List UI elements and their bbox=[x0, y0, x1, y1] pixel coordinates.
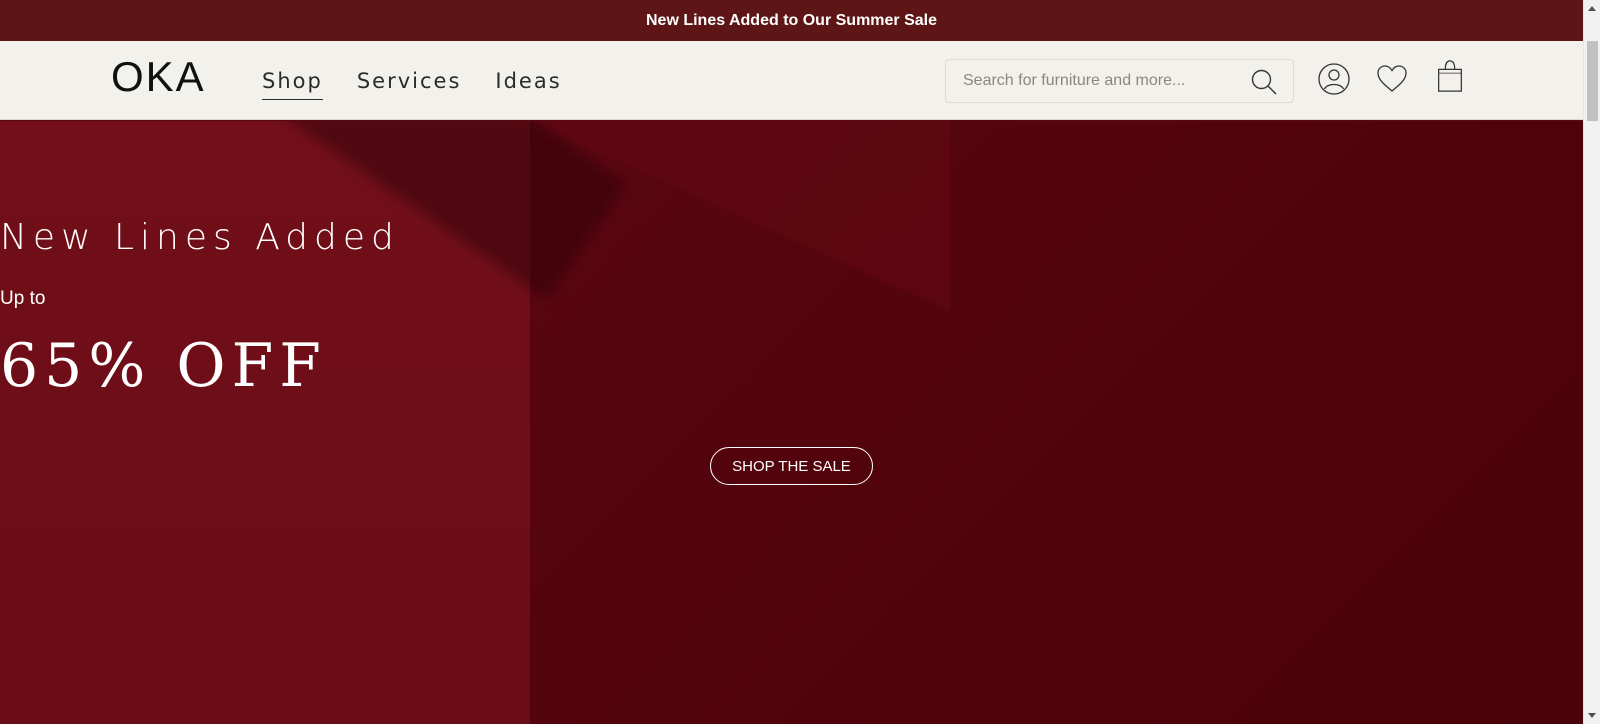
search-icon[interactable] bbox=[1249, 67, 1279, 97]
logo[interactable]: OKA bbox=[111, 53, 206, 101]
scroll-down-arrow-icon[interactable] bbox=[1588, 713, 1596, 718]
nav-item-services[interactable]: Services bbox=[357, 69, 462, 100]
main-nav: Shop Services Ideas bbox=[262, 69, 562, 100]
shop-the-sale-button[interactable]: SHOP THE SALE bbox=[710, 447, 873, 485]
account-icon[interactable] bbox=[1317, 62, 1351, 96]
wishlist-icon[interactable] bbox=[1375, 62, 1409, 96]
hero-discount: 65% OFF bbox=[0, 331, 327, 401]
page-scrollbar[interactable] bbox=[1583, 0, 1600, 724]
scroll-up-arrow-icon[interactable] bbox=[1588, 6, 1596, 11]
bag-icon[interactable] bbox=[1433, 59, 1467, 93]
nav-item-shop[interactable]: Shop bbox=[262, 69, 323, 100]
scrollbar-thumb[interactable] bbox=[1587, 41, 1598, 121]
nav-item-ideas[interactable]: Ideas bbox=[495, 69, 561, 100]
hero-subheading: Up to bbox=[0, 288, 46, 309]
search-input[interactable] bbox=[961, 71, 1241, 91]
announcement-text[interactable]: New Lines Added to Our Summer Sale bbox=[646, 12, 937, 30]
search-box bbox=[945, 59, 1294, 103]
site-header: OKA Shop Services Ideas bbox=[0, 41, 1583, 120]
hero-banner: New Lines Added Up to 65% OFF SHOP THE S… bbox=[0, 121, 1583, 724]
hero-heading: New Lines Added bbox=[0, 217, 400, 258]
announcement-bar: New Lines Added to Our Summer Sale bbox=[0, 0, 1583, 41]
